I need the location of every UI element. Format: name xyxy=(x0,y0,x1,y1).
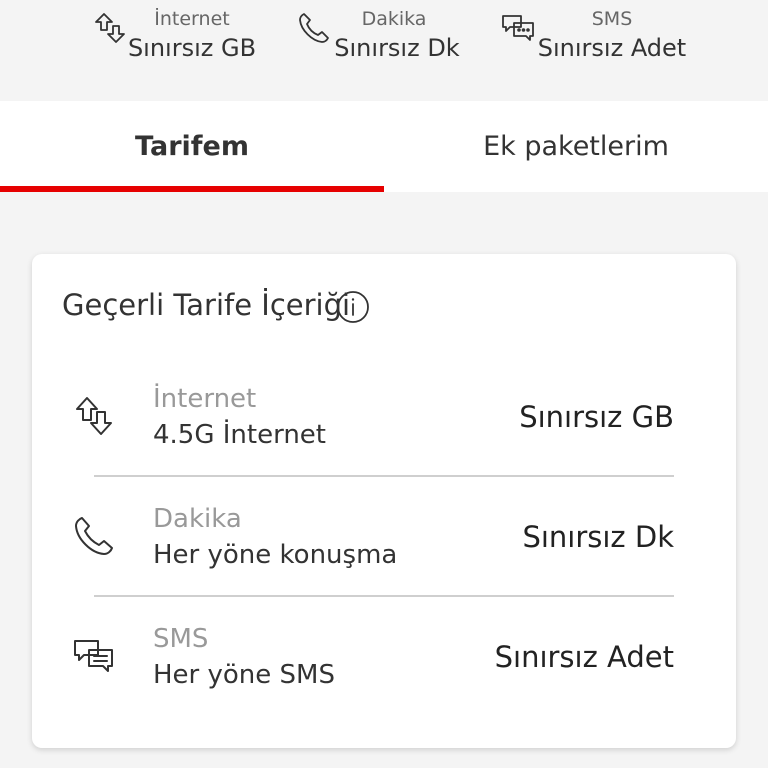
summary-label: Dakika xyxy=(361,8,427,30)
summary-value: Sınırsız GB xyxy=(127,34,257,62)
tab-ek-paketlerim[interactable]: Ek paketlerim xyxy=(384,101,768,192)
message-icon xyxy=(72,634,116,678)
tab-tarifem[interactable]: Tarifem xyxy=(0,101,384,192)
tariff-summary-strip: İnternet Sınırsız GB Dakika Sınırsız Dk … xyxy=(0,0,768,100)
summary-label: İnternet xyxy=(154,8,230,30)
row-label: İnternet xyxy=(153,384,257,414)
divider xyxy=(94,595,674,597)
active-tab-indicator xyxy=(0,186,384,192)
tariff-content-card: Geçerli Tarife İçeriği İnternet 4.5G İnt… xyxy=(32,254,736,748)
row-label: Dakika xyxy=(153,504,242,534)
row-value: Sınırsız Adet xyxy=(494,640,674,674)
summary-value: Sınırsız Dk xyxy=(334,34,460,62)
summary-item-internet: İnternet Sınırsız GB xyxy=(92,6,272,66)
row-subtitle: Her yöne SMS xyxy=(153,660,335,690)
row-subtitle: Her yöne konuşma xyxy=(153,540,398,570)
tariff-row-minutes: Dakika Her yöne konuşma Sınırsız Dk xyxy=(32,500,736,610)
summary-value: Sınırsız Adet xyxy=(537,34,687,62)
summary-label: SMS xyxy=(591,8,633,30)
row-value: Sınırsız Dk xyxy=(522,520,674,554)
divider xyxy=(94,475,674,477)
summary-item-sms: SMS Sınırsız Adet xyxy=(500,6,700,66)
row-label: SMS xyxy=(153,624,209,654)
row-subtitle: 4.5G İnternet xyxy=(153,420,326,450)
summary-item-minutes: Dakika Sınırsız Dk xyxy=(296,6,476,66)
card-title: Geçerli Tarife İçeriği xyxy=(62,288,351,322)
row-value: Sınırsız GB xyxy=(519,400,674,434)
tariff-row-internet: İnternet 4.5G İnternet Sınırsız GB xyxy=(32,380,736,490)
phone-icon xyxy=(72,514,116,558)
tab-bar: Tarifem Ek paketlerim xyxy=(0,101,768,192)
message-icon xyxy=(500,10,536,46)
data-transfer-icon xyxy=(72,394,116,438)
tariff-row-sms: SMS Her yöne SMS Sınırsız Adet xyxy=(32,620,736,730)
info-icon[interactable] xyxy=(336,290,370,324)
